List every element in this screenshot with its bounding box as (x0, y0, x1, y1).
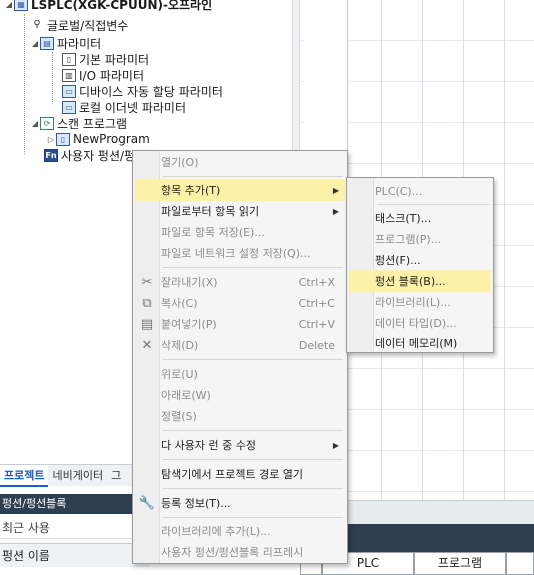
menu-item-refresh-user-functions[interactable]: 사용자 펑션/펑션블록 리프레시 (135, 541, 345, 563)
add-item-submenu: PLC(C)... 태스크(T)... 프로그램(P)... 펑션(F)... … (346, 177, 494, 353)
submenu-item-program[interactable]: 프로그램(P)... (349, 228, 491, 250)
menu-item-add-item[interactable]: 항목 추가(T) ▶ (135, 179, 345, 201)
variables-icon: ⚲ (30, 18, 44, 32)
menu-item-properties[interactable]: 🔧 등록 정보(T)... (135, 492, 345, 514)
collapse-arrow-icon[interactable]: ◢ (30, 119, 40, 128)
tree-item-label: LSPLC(XGK-CPUUN)-오프라인 (31, 0, 213, 12)
submenu-item-plc[interactable]: PLC(C)... (349, 180, 491, 202)
device-icon: ▭ (62, 84, 76, 98)
wrench-icon: 🔧 (138, 495, 156, 511)
tab-navigator[interactable]: 네비게이터 (48, 465, 107, 487)
tree-item-parameters[interactable]: ◢ ▤ 파라미터 (30, 35, 101, 51)
tree-item-label: 스캔 프로그램 (57, 116, 128, 131)
ethernet-icon: ▭ (62, 100, 76, 114)
submenu-item-data-type[interactable]: 데이터 타입(D)... (349, 312, 491, 334)
tree-item-scan-program[interactable]: ◢ ⟳ 스캔 프로그램 (30, 115, 127, 131)
function-icon: Fn (44, 148, 58, 162)
menu-item-paste[interactable]: ▤ 붙여넣기(P) Ctrl+V (135, 313, 345, 335)
menu-separator (163, 267, 343, 268)
tree-item-local-ethernet[interactable]: ▭ 로컬 이더넷 파라미터 (62, 99, 186, 115)
menu-separator (377, 204, 489, 205)
function-block-panel-header: 펑션/펑션블록 (0, 494, 150, 514)
menu-item-copy[interactable]: ⧉ 복사(C) Ctrl+C (135, 292, 345, 314)
tree-item-newprogram[interactable]: ▷ ▯ NewProgram (46, 131, 150, 147)
menu-separator (163, 430, 343, 431)
submenu-item-function-block[interactable]: 펑션 블록(B)... (349, 270, 491, 292)
menu-separator (163, 488, 343, 489)
io-module-icon: ▥ (62, 68, 76, 82)
program-column-header[interactable]: 프로그램 (414, 552, 506, 575)
plc-icon: ▦ (14, 0, 28, 11)
submenu-arrow-icon: ▶ (332, 206, 339, 216)
menu-item-move-up[interactable]: 위로(U) (135, 363, 345, 385)
tree-item-global-variables[interactable]: ⚲ 글로벌/직접변수 (30, 17, 128, 33)
menu-separator (163, 359, 343, 360)
tab-other[interactable]: 그 (107, 465, 125, 487)
submenu-arrow-icon: ▶ (332, 185, 339, 195)
tree-item-label: 파라미터 (57, 36, 102, 51)
program-icon: ▯ (56, 132, 70, 146)
menu-item-delete[interactable]: ✕ 삭제(D) Delete (135, 334, 345, 356)
menu-item-save-network-settings[interactable]: 파일로 네트워크 설정 저장(Q)... (135, 242, 345, 264)
menu-item-add-to-library[interactable]: 라이브러리에 추가(L)... (135, 520, 345, 542)
menu-item-move-down[interactable]: 아래로(W) (135, 384, 345, 406)
menu-separator (163, 459, 343, 460)
expand-arrow-icon[interactable]: ▷ (46, 135, 56, 144)
menu-item-sort[interactable]: 정렬(S) (135, 405, 345, 427)
menu-item-open[interactable]: 열기(O) (135, 151, 345, 173)
menu-item-multi-user-online-edit[interactable]: 다 사용자 런 중 수정 ▶ (135, 434, 345, 456)
tree-item-label: NewProgram (73, 132, 150, 146)
menu-item-save-to-file[interactable]: 파일로 항목 저장(E)... (135, 221, 345, 243)
menu-item-read-from-file[interactable]: 파일로부터 항목 읽기 ▶ (135, 200, 345, 222)
submenu-item-data-memory[interactable]: 데이터 메모리(M) (349, 332, 491, 354)
tab-project[interactable]: 프로젝트 (0, 465, 49, 487)
parameters-icon: ▤ (40, 36, 54, 50)
menu-item-cut[interactable]: ✂ 잘라내기(X) Ctrl+X (135, 271, 345, 293)
collapse-arrow-icon[interactable]: ◢ (4, 0, 14, 9)
submenu-item-task[interactable]: 태스크(T)... (349, 207, 491, 229)
extra-column-header (506, 552, 534, 575)
tree-item-label: 글로벌/직접변수 (47, 18, 129, 33)
delete-x-icon: ✕ (141, 337, 153, 353)
tree-item-label: 디바이스 자동 할당 파라미터 (79, 84, 223, 99)
tree-item-device-auto-assign[interactable]: ▭ 디바이스 자동 할당 파라미터 (62, 83, 223, 99)
paste-icon: ▤ (140, 316, 154, 332)
submenu-item-library[interactable]: 라이브러리(L)... (349, 291, 491, 313)
context-menu: 열기(O) 항목 추가(T) ▶ 파일로부터 항목 읽기 ▶ 파일로 항목 저장… (132, 150, 348, 564)
submenu-item-function[interactable]: 펑션(F)... (349, 249, 491, 271)
scan-program-icon: ⟳ (40, 116, 54, 130)
submenu-arrow-icon: ▶ (332, 440, 339, 450)
copy-icon: ⧉ (142, 295, 152, 311)
scissors-icon: ✂ (141, 274, 153, 290)
tree-item-label: I/O 파라미터 (79, 68, 145, 83)
function-name-column-header[interactable]: 펑션 이름 (0, 543, 150, 567)
document-icon: ▯ (62, 52, 76, 66)
tree-guide-line (52, 52, 53, 104)
tree-guide-line (24, 14, 25, 154)
collapse-arrow-icon[interactable]: ◢ (30, 39, 40, 48)
tree-item-label: 기본 파라미터 (79, 52, 150, 67)
menu-separator (163, 176, 343, 177)
menu-separator (163, 517, 343, 518)
recent-used-filter[interactable]: 최근 사용 (0, 517, 150, 539)
tree-item-basic-parameter[interactable]: ▯ 기본 파라미터 (62, 51, 149, 67)
tree-item-io-parameter[interactable]: ▥ I/O 파라미터 (62, 67, 144, 83)
menu-item-open-in-explorer[interactable]: 탐색기에서 프로젝트 경로 열기 (135, 463, 345, 485)
tree-item-plc-root[interactable]: ◢ ▦ LSPLC(XGK-CPUUN)-오프라인 (4, 0, 212, 12)
tree-item-label: 로컬 이더넷 파라미터 (79, 100, 186, 115)
